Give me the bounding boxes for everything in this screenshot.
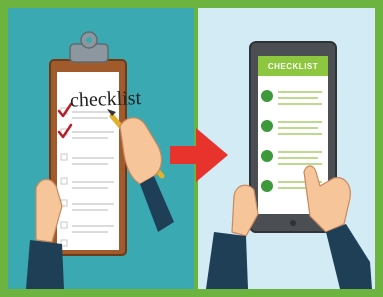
arrow-right-icon [170,128,228,182]
hand-tablet-left [206,184,259,289]
tablet-header-title: CHECKLIST [267,62,319,71]
illustration [26,31,372,289]
hand-icon [119,117,174,232]
clipboard-title: checklist [69,87,142,112]
